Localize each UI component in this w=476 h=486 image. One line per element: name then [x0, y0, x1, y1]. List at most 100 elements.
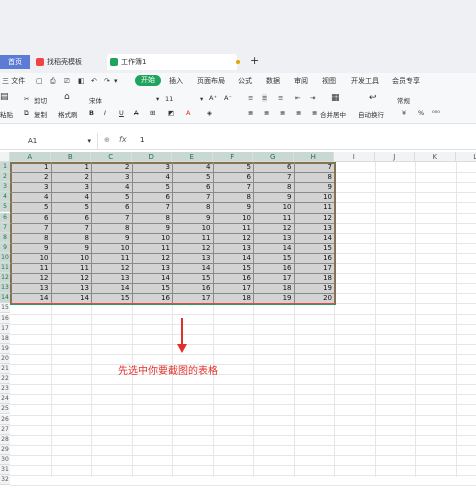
format-painter-button[interactable]: 格式刷 — [58, 109, 78, 119]
row-header[interactable]: 19 — [0, 344, 10, 354]
strikethrough-icon[interactable]: A — [134, 109, 138, 117]
table-cell[interactable]: 7 — [91, 213, 132, 223]
table-cell[interactable]: 10 — [10, 253, 51, 263]
column-header[interactable]: A — [10, 152, 51, 162]
wrap-text-button[interactable]: 自动换行 — [358, 109, 384, 119]
table-cell[interactable]: 6 — [253, 162, 294, 172]
table-cell[interactable]: 12 — [91, 263, 132, 273]
table-cell[interactable]: 18 — [213, 293, 254, 303]
table-cell[interactable]: 17 — [294, 263, 335, 273]
table-cell[interactable]: 10 — [253, 202, 294, 212]
menu-view[interactable]: 视图 — [322, 73, 336, 89]
row-header[interactable]: 2 — [0, 172, 10, 182]
preview-icon[interactable]: ◧ — [78, 73, 85, 89]
table-cell[interactable]: 15 — [172, 273, 213, 283]
row-header[interactable]: 18 — [0, 334, 10, 344]
table-cell[interactable]: 9 — [172, 213, 213, 223]
save-icon[interactable]: ▢ — [36, 73, 43, 89]
row-header[interactable]: 20 — [0, 354, 10, 364]
table-cell[interactable]: 10 — [294, 192, 335, 202]
table-cell[interactable]: 18 — [294, 273, 335, 283]
justify-icon[interactable]: ≣ — [296, 109, 301, 117]
cut-icon[interactable]: ✂ — [24, 95, 29, 103]
table-cell[interactable]: 5 — [91, 192, 132, 202]
table-cell[interactable]: 16 — [253, 263, 294, 273]
row-header[interactable]: 31 — [0, 465, 10, 475]
table-cell[interactable]: 9 — [10, 243, 51, 253]
menu-dev[interactable]: 开发工具 — [351, 73, 379, 89]
table-cell[interactable]: 15 — [91, 293, 132, 303]
row-header[interactable]: 29 — [0, 445, 10, 455]
underline-icon[interactable]: U — [119, 109, 124, 117]
column-header[interactable]: J — [375, 152, 416, 162]
table-cell[interactable]: 11 — [213, 223, 254, 233]
print-icon[interactable]: ⎚ — [64, 73, 70, 89]
row-header[interactable]: 6 — [0, 213, 10, 223]
table-cell[interactable]: 2 — [51, 172, 92, 182]
table-cell[interactable]: 19 — [294, 283, 335, 293]
table-cell[interactable]: 7 — [172, 192, 213, 202]
table-cell[interactable]: 7 — [213, 182, 254, 192]
table-cell[interactable]: 8 — [91, 223, 132, 233]
table-cell[interactable]: 4 — [51, 192, 92, 202]
table-cell[interactable]: 1 — [10, 162, 51, 172]
row-header[interactable]: 25 — [0, 404, 10, 414]
italic-icon[interactable]: I — [104, 109, 106, 117]
column-header[interactable]: F — [213, 152, 254, 162]
table-cell[interactable]: 14 — [172, 263, 213, 273]
indent-right-icon[interactable]: ⇥ — [310, 94, 315, 102]
column-header[interactable]: G — [253, 152, 294, 162]
row-header[interactable]: 8 — [0, 233, 10, 243]
table-cell[interactable]: 6 — [91, 202, 132, 212]
paste-icon[interactable]: ▤ — [0, 92, 9, 102]
table-cell[interactable]: 8 — [132, 213, 173, 223]
undo-icon[interactable]: ↶ — [91, 73, 97, 89]
table-cell[interactable]: 7 — [253, 172, 294, 182]
wrap-text-icon[interactable]: ↩ — [369, 93, 377, 103]
table-cell[interactable]: 7 — [51, 223, 92, 233]
row-header[interactable]: 15 — [0, 303, 10, 313]
table-cell[interactable]: 9 — [51, 243, 92, 253]
menu-data[interactable]: 数据 — [266, 73, 280, 89]
table-cell[interactable]: 4 — [132, 172, 173, 182]
align-right-icon[interactable]: ≣ — [280, 109, 285, 117]
menu-member[interactable]: 会员专享 — [392, 73, 420, 89]
table-cell[interactable]: 12 — [294, 213, 335, 223]
indent-left-icon[interactable]: ⇤ — [295, 94, 300, 102]
align-top-icon[interactable]: ≡ — [248, 94, 253, 102]
row-header[interactable]: 21 — [0, 364, 10, 374]
table-cell[interactable]: 11 — [294, 202, 335, 212]
table-cell[interactable]: 12 — [253, 223, 294, 233]
table-cell[interactable]: 2 — [10, 172, 51, 182]
table-cell[interactable]: 16 — [294, 253, 335, 263]
chevron-down-icon[interactable]: ▾ — [200, 95, 203, 103]
column-header[interactable]: I — [334, 152, 375, 162]
column-header[interactable]: H — [294, 152, 335, 162]
copy-icon[interactable]: ⧉ — [24, 109, 29, 118]
font-size-select[interactable]: 11 — [165, 95, 173, 103]
table-cell[interactable]: 11 — [51, 263, 92, 273]
table-cell[interactable]: 17 — [253, 273, 294, 283]
table-cell[interactable]: 11 — [132, 243, 173, 253]
export-icon[interactable]: ⎙ — [50, 73, 56, 89]
table-cell[interactable]: 12 — [51, 273, 92, 283]
menu-file[interactable]: 三 文件 — [2, 73, 25, 89]
column-header[interactable]: K — [415, 152, 456, 162]
distribute-icon[interactable]: ≣ — [312, 109, 317, 117]
row-header[interactable]: 16 — [0, 314, 10, 324]
bold-icon[interactable]: B — [89, 109, 94, 117]
table-cell[interactable]: 3 — [91, 172, 132, 182]
fx-icon[interactable]: fx — [119, 135, 127, 144]
table-cell[interactable]: 8 — [10, 233, 51, 243]
add-tab-button[interactable]: + — [250, 54, 259, 67]
table-cell[interactable]: 6 — [10, 213, 51, 223]
font-color-icon[interactable]: A — [186, 109, 190, 117]
table-cell[interactable]: 6 — [132, 192, 173, 202]
table-cell[interactable]: 6 — [213, 172, 254, 182]
table-cell[interactable]: 10 — [213, 213, 254, 223]
chevron-down-icon[interactable]: ▾ — [156, 95, 159, 103]
table-cell[interactable]: 8 — [51, 233, 92, 243]
font-select[interactable]: 宋体 — [89, 95, 102, 105]
table-cell[interactable]: 11 — [10, 263, 51, 273]
row-header[interactable]: 26 — [0, 415, 10, 425]
